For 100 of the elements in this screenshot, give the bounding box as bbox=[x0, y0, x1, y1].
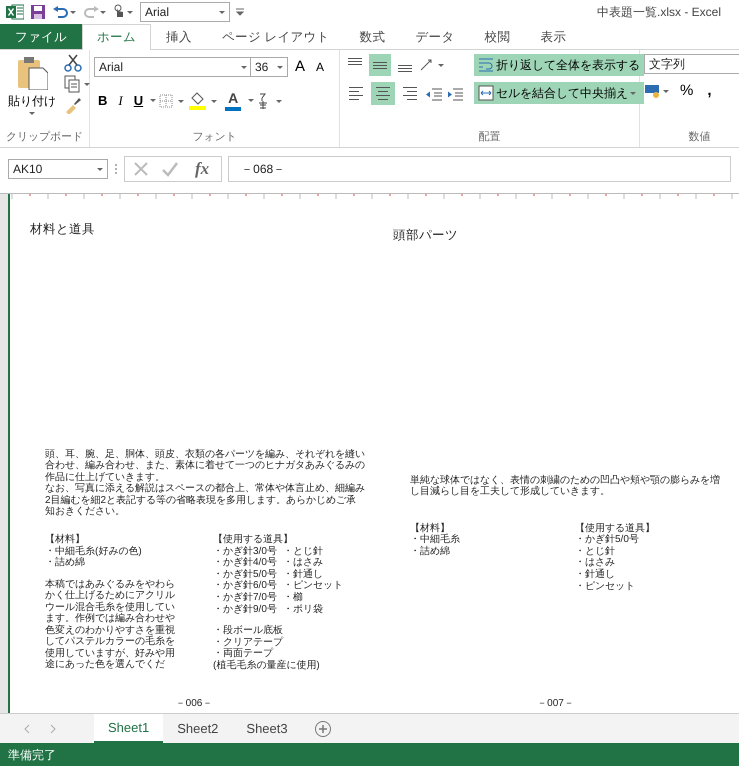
dropdown-caret-icon bbox=[97, 168, 103, 170]
list-item: ・かぎ針7/0号 bbox=[213, 592, 278, 604]
increase-indent-icon[interactable] bbox=[446, 86, 464, 102]
redo-icon[interactable] bbox=[82, 5, 106, 19]
list-item: ・針通し bbox=[575, 569, 615, 581]
dropdown-caret-icon bbox=[241, 66, 247, 69]
bold-button[interactable]: B bbox=[94, 88, 112, 112]
italic-button[interactable]: I bbox=[114, 88, 127, 112]
list-item: ・かぎ針4/0号 bbox=[213, 557, 278, 569]
underline-button[interactable]: U bbox=[130, 88, 148, 112]
list-item: ・針通し bbox=[283, 568, 323, 580]
dropdown-caret-icon bbox=[630, 92, 636, 94]
decrease-indent-icon[interactable] bbox=[425, 86, 443, 102]
list-item: ・かぎ針6/0号 bbox=[213, 580, 278, 592]
list-item: ・櫛 bbox=[283, 592, 303, 604]
font-name-field[interactable]: Arial bbox=[94, 57, 252, 78]
list-item: ・とじ針 bbox=[283, 546, 323, 558]
list-item: ・段ボール底板 bbox=[213, 625, 284, 636]
percent-button[interactable]: % bbox=[676, 78, 698, 104]
borders-icon[interactable] bbox=[159, 94, 186, 108]
list-item: (植毛毛糸の量産に使用) bbox=[213, 660, 321, 672]
center-align-icon bbox=[375, 87, 391, 100]
section-heading: 【使用する道具】 bbox=[575, 522, 655, 534]
add-sheet-icon[interactable] bbox=[314, 720, 332, 738]
list-item: ・ポリ袋 bbox=[283, 604, 323, 616]
note-paragraph: 本稿ではあみぐるみをやわらかく仕上げるためにアクリルウール混合毛糸を使用しています。作例では編み合わせや色変えのわかりやすさを重視してパステルカラーの毛糸を使用していますが、好みや用途にあった色を選んでくだ bbox=[45, 578, 176, 671]
group-label: 配置 bbox=[478, 131, 500, 143]
dropdown-caret-icon[interactable] bbox=[150, 99, 156, 102]
list-item: ・中細毛糸 bbox=[410, 534, 461, 546]
ribbon-tab[interactable]: 表示 bbox=[525, 24, 582, 49]
formula-field[interactable]: －068－ bbox=[228, 156, 731, 182]
bottom-align-icon bbox=[398, 65, 412, 72]
wrap-text-button[interactable]: 折り返して全体を表示する bbox=[474, 54, 644, 76]
font-color-button[interactable]: A bbox=[221, 88, 246, 112]
dropdown-caret-icon[interactable] bbox=[248, 99, 254, 102]
page-heading: 材料と道具 bbox=[30, 222, 96, 236]
dropdown-caret-icon bbox=[277, 66, 283, 69]
intro-paragraph: 頭、耳、腕、足、胴体、頭皮、衣類の各パーツを編み、それぞれを縫い合わせ、編み合わせ、また、素体に着せて一つのヒナガタあみぐるみの作品に仕上げていきます。 bbox=[45, 448, 365, 483]
scissors-icon[interactable] bbox=[64, 54, 82, 72]
group-label: 数値 bbox=[688, 131, 710, 143]
list-item: ・はさみ bbox=[283, 557, 323, 568]
section-heading: 【材料】 bbox=[45, 534, 86, 546]
font-size-field[interactable]: 36 bbox=[250, 57, 288, 78]
intro-paragraph: なお、写真に添える解説はスペースの都合上、常体や体言止め、細編み2目編むを細2と表記する等の省略表現を多用します。あらかじめご承知おきください。 bbox=[45, 483, 365, 518]
list-item: ・かぎ針9/0号 bbox=[213, 604, 278, 616]
fill-color-icon[interactable] bbox=[188, 92, 218, 110]
status-text: 準備完了 bbox=[8, 746, 56, 764]
name-box[interactable]: AK10 bbox=[8, 159, 108, 179]
section-heading: 【材料】 bbox=[410, 522, 450, 534]
list-item: ・クリアテープ bbox=[213, 636, 284, 648]
clipboard-icon bbox=[16, 56, 48, 90]
paste-button[interactable]: 貼り付け bbox=[4, 54, 60, 129]
ribbon-tab[interactable]: ページ レイアウト bbox=[207, 24, 344, 49]
ribbon-tab[interactable]: ホーム bbox=[82, 24, 151, 50]
save-icon[interactable] bbox=[30, 4, 46, 20]
list-item: ・ピンセット bbox=[283, 580, 343, 592]
ribbon-tab[interactable]: データ bbox=[400, 24, 470, 49]
wrap-text-icon bbox=[478, 57, 494, 73]
shrink-font-button[interactable]: A bbox=[312, 56, 328, 78]
comma-button[interactable]: , bbox=[703, 78, 716, 104]
section-heading: 【使用する道具】 bbox=[213, 534, 294, 546]
list-item: ・両面テープ bbox=[213, 648, 274, 660]
page-number: －006－ bbox=[176, 698, 212, 710]
group-label: クリップボード bbox=[6, 131, 83, 143]
customize-toolbar-icon[interactable] bbox=[236, 8, 244, 16]
list-item: ・ピンセット bbox=[575, 580, 635, 592]
center-align-button[interactable] bbox=[371, 82, 395, 105]
undo-icon[interactable] bbox=[52, 5, 76, 19]
enter-check-icon[interactable] bbox=[161, 161, 179, 177]
list-item: ・はさみ bbox=[575, 557, 615, 568]
middle-align-icon bbox=[373, 62, 387, 68]
dropdown-caret-icon bbox=[29, 112, 35, 115]
sheet-tab[interactable]: Sheet1 bbox=[94, 714, 164, 743]
group-label: フォント bbox=[192, 131, 236, 143]
copy-icon[interactable] bbox=[64, 75, 92, 93]
merge-cells-icon bbox=[478, 85, 494, 101]
ribbon-tab[interactable]: ファイル bbox=[0, 24, 82, 49]
list-item: ・詰め綿 bbox=[410, 546, 451, 558]
middle-align-button[interactable] bbox=[369, 54, 391, 76]
page-number: －007－ bbox=[537, 698, 574, 710]
list-item: ・かぎ針3/0号 bbox=[213, 546, 278, 557]
page-heading: 頭部パーツ bbox=[393, 227, 459, 242]
list-item: ・詰め綿 bbox=[45, 557, 86, 569]
excel-logo-icon bbox=[6, 4, 24, 20]
touch-mode-icon[interactable] bbox=[112, 4, 134, 20]
dropdown-caret-icon bbox=[219, 10, 225, 14]
top-align-icon bbox=[348, 58, 362, 65]
number-format-field[interactable]: 文字列 bbox=[644, 54, 739, 74]
ribbon-tab[interactable]: 数式 bbox=[344, 24, 400, 49]
grow-font-button[interactable]: A bbox=[291, 54, 310, 80]
merge-center-button[interactable]: セルを結合して中央揃え bbox=[474, 82, 644, 104]
ribbon-tab[interactable]: 校閲 bbox=[469, 24, 526, 49]
brush-icon[interactable] bbox=[64, 96, 82, 114]
grip-icon bbox=[114, 163, 118, 175]
font-name-field[interactable]: Arial bbox=[140, 2, 230, 22]
currency-icon[interactable] bbox=[644, 83, 670, 100]
ribbon-tab[interactable]: 挿入 bbox=[151, 24, 207, 49]
phonetic-guide-icon[interactable] bbox=[257, 92, 284, 110]
list-item: ・とじ針 bbox=[575, 546, 615, 558]
list-item: ・中細毛糸(好みの色) bbox=[45, 546, 143, 557]
